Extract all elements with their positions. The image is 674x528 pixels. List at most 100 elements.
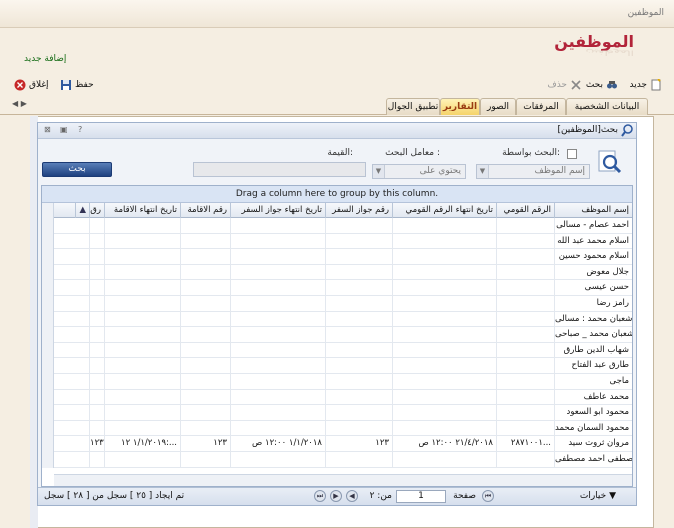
grid-body: احمد عصام - مسالى اسلام محمد عبد الله اسلا…: [42, 218, 632, 468]
tab-images[interactable]: الصور: [480, 98, 516, 115]
table-cell: [89, 405, 104, 421]
options-dropdown[interactable]: خيارات ▼: [580, 491, 616, 501]
table-cell: [89, 311, 104, 328]
employees-grid: Drag a column here to group by this colu…: [41, 185, 633, 487]
table-row[interactable]: حسن عيسى: [42, 280, 632, 296]
table-cell: اسلام محمود حسين: [554, 249, 632, 265]
table-row[interactable]: محمود ابو السعود: [42, 405, 632, 421]
table-cell: مروان ثروت سيد: [554, 436, 632, 452]
delete-button[interactable]: حذف: [547, 76, 582, 94]
binoculars-icon: [607, 81, 617, 89]
table-row[interactable]: رامز رضا: [42, 296, 632, 312]
execute-search-button[interactable]: بحث: [42, 162, 112, 177]
search-field-select[interactable]: ▼ إسم الموظف: [476, 164, 590, 179]
table-row[interactable]: احمد عصام - مسالى: [42, 218, 632, 234]
search-criteria: البحث بواسطة: ▼ إسم الموظف معامل البحث :…: [38, 140, 636, 184]
table-cell: [392, 452, 496, 468]
column-header[interactable]: تاريخ انتهاء الاقامة: [104, 203, 180, 218]
table-row[interactable]: اسلام محمود حسين: [42, 249, 632, 265]
table-cell: [325, 405, 392, 421]
table-row[interactable]: شهاب الدين طارق: [42, 342, 632, 359]
page-number-input[interactable]: 1: [396, 490, 446, 503]
tab-mobile-app[interactable]: تطبيق الجوال: [386, 98, 440, 115]
table-cell: [325, 358, 392, 374]
group-by-panel[interactable]: Drag a column here to group by this colu…: [42, 186, 632, 203]
column-header[interactable]: رقم جواز السفر: [325, 203, 392, 218]
table-cell: ماجى: [554, 374, 632, 390]
table-cell: [180, 233, 230, 250]
table-cell: [496, 389, 554, 406]
add-new-link[interactable]: إضافة جديد: [24, 54, 84, 64]
table-cell: [325, 233, 392, 250]
operator-label: معامل البحث :: [385, 148, 440, 158]
save-button[interactable]: حفظ: [60, 76, 94, 94]
close-circle-icon: [14, 79, 26, 91]
close-button[interactable]: إغلاق: [14, 76, 49, 94]
maximize-icon[interactable]: ▣: [60, 125, 68, 134]
tab-label: الصور: [486, 102, 510, 112]
column-header[interactable]: رق: [89, 203, 104, 218]
table-cell: [89, 280, 104, 296]
tab-personal-info[interactable]: البيانات الشخصية: [566, 98, 648, 115]
table-cell: [230, 327, 325, 343]
table-cell: [230, 233, 325, 250]
table-row[interactable]: اسلام محمد عبد الله: [42, 233, 632, 250]
column-header[interactable]: تاريخ انتهاء جواز السفر: [230, 203, 325, 218]
table-cell: [230, 342, 325, 359]
tab-reports[interactable]: التقارير: [440, 98, 480, 115]
help-icon[interactable]: ?: [78, 125, 82, 134]
page-title-reflection: الموظفين: [585, 48, 634, 58]
table-cell: [325, 296, 392, 312]
options-label: خيارات: [579, 491, 607, 501]
table-row[interactable]: شعبان محمد : مسالى: [42, 311, 632, 328]
table-cell: [89, 218, 104, 234]
table-cell: [180, 311, 230, 328]
operator-value: يحتوي على: [419, 166, 461, 176]
table-cell: [325, 452, 392, 468]
table-row[interactable]: محمود السمان محمد: [42, 420, 632, 437]
table-row[interactable]: مصطفى احمد مصطفى...: [42, 452, 632, 468]
column-header[interactable]: الرقم القومي: [496, 203, 554, 218]
table-cell: طارق عبد الفتاح: [554, 358, 632, 374]
scroll-up-icon[interactable]: ▲: [75, 203, 89, 218]
tab-strip: البيانات الشخصية المرفقات الصور التقارير…: [0, 97, 674, 115]
close-panel-icon[interactable]: ⊠: [44, 125, 51, 134]
table-cell: احمد عصام - مسالى: [554, 218, 632, 234]
value-input[interactable]: [193, 162, 366, 177]
horizontal-scrollbar[interactable]: [54, 474, 632, 486]
table-cell: ١٢٣: [325, 436, 392, 452]
table-cell: حسن عيسى: [554, 280, 632, 296]
search-by-label: البحث بواسطة:: [502, 148, 560, 158]
vertical-scrollbar[interactable]: [42, 203, 54, 468]
column-header[interactable]: رقم الاقامة: [180, 203, 230, 218]
tab-attachments[interactable]: المرفقات: [516, 98, 566, 115]
table-cell: ١٢٣: [89, 436, 104, 452]
first-page-button[interactable]: ⏮: [482, 490, 494, 502]
prev-page-button[interactable]: ▶: [330, 490, 342, 502]
table-cell: [104, 218, 180, 234]
next-page-button[interactable]: ◀: [346, 490, 358, 502]
page-label: صفحة: [453, 491, 476, 501]
table-row[interactable]: ماجى: [42, 374, 632, 390]
table-cell: [392, 233, 496, 250]
column-header[interactable]: إسم الموظف: [554, 203, 632, 218]
table-cell: [89, 296, 104, 312]
operator-select[interactable]: ▼ يحتوي على: [372, 164, 466, 179]
table-row[interactable]: طارق عبد الفتاح: [42, 358, 632, 374]
table-cell: [104, 296, 180, 312]
table-cell: [496, 296, 554, 312]
table-row[interactable]: شعبان محمد _ صباحى: [42, 327, 632, 343]
column-header[interactable]: تاريخ انتهاء الرقم القومي: [392, 203, 496, 218]
window-title-bar: الموظفين: [0, 0, 674, 28]
table-row[interactable]: جلال معوض: [42, 264, 632, 281]
table-cell: [180, 452, 230, 468]
table-row[interactable]: مروان ثروت سيد ٢٨٧١٠٠١... ٢١/٤/٢٠١٨ ١٢:٠٠ …: [42, 436, 632, 452]
last-page-button[interactable]: ⏭: [314, 490, 326, 502]
table-cell: محمود السمان محمد: [554, 420, 632, 437]
table-row[interactable]: محمد عاطف: [42, 389, 632, 406]
search-by-checkbox[interactable]: [567, 149, 577, 159]
table-cell: [104, 264, 180, 281]
table-cell: [230, 280, 325, 296]
search-button[interactable]: بحث: [586, 76, 618, 94]
new-button[interactable]: جديد: [629, 76, 662, 94]
